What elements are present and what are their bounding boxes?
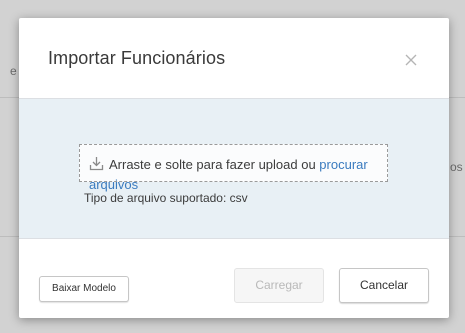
dialog-footer: Baixar Modelo Carregar Cancelar bbox=[19, 239, 449, 318]
upload-icon bbox=[89, 156, 104, 171]
import-employees-dialog: Importar Funcionários Arraste e solte pa… bbox=[19, 18, 449, 318]
background-text-fragment: e bbox=[10, 64, 17, 78]
browse-files-link[interactable]: procurar bbox=[319, 157, 367, 172]
dialog-body: Arraste e solte para fazer upload ou pro… bbox=[19, 99, 449, 239]
load-button[interactable]: Carregar bbox=[234, 268, 324, 303]
dialog-title: Importar Funcionários bbox=[48, 48, 226, 68]
close-button[interactable] bbox=[403, 52, 419, 68]
supported-file-types: Tipo de arquivo suportado: csv bbox=[84, 191, 248, 205]
dropzone-instructions: Arraste e solte para fazer upload ou pro… bbox=[109, 157, 368, 172]
dialog-header: Importar Funcionários bbox=[19, 18, 449, 99]
dropzone-text: Arraste e solte para fazer upload ou bbox=[109, 157, 320, 172]
cancel-button[interactable]: Cancelar bbox=[339, 268, 429, 303]
download-template-button[interactable]: Baixar Modelo bbox=[39, 276, 129, 302]
background-text-fragment: os bbox=[450, 160, 463, 174]
close-icon bbox=[405, 54, 417, 66]
browse-files-link-continuation[interactable]: arquivos bbox=[89, 177, 138, 192]
